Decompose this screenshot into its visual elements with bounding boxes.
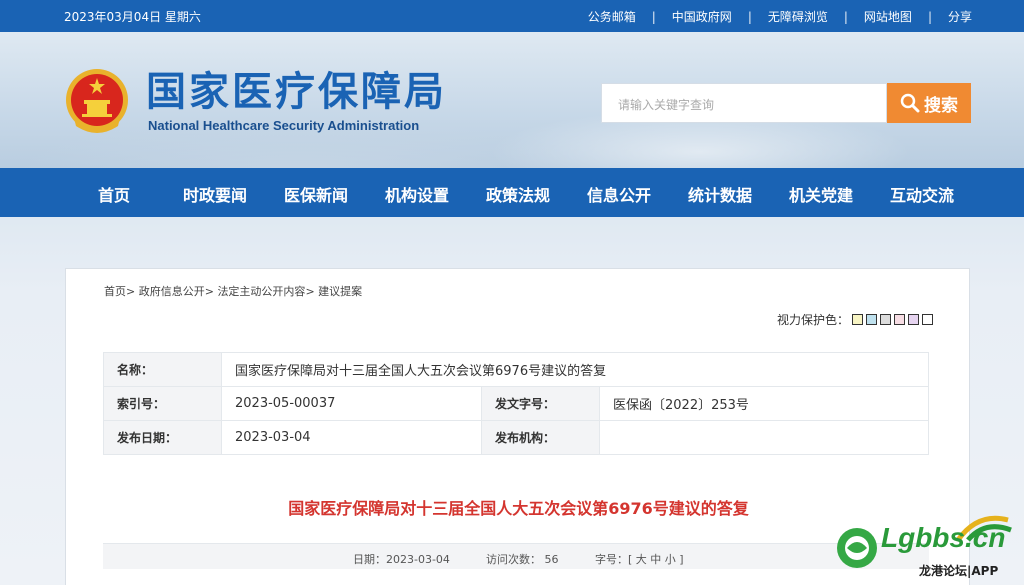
- breadcrumb-statutory[interactable]: 法定主动公开内容: [217, 285, 305, 298]
- nav-current-affairs[interactable]: 时政要闻: [183, 182, 247, 206]
- link-accessibility[interactable]: 无障碍浏览: [768, 8, 828, 25]
- breadcrumb-separator: >: [126, 285, 136, 298]
- breadcrumb-gov-info[interactable]: 政府信息公开: [139, 285, 205, 298]
- table-row: 发布日期： 2023-03-04 发布机构：: [103, 420, 929, 455]
- nav-policies[interactable]: 政策法规: [486, 182, 550, 206]
- info-date: 日期：2023-03-04: [353, 553, 450, 566]
- separator: |: [927, 9, 932, 24]
- site-subtitle: National Healthcare Security Administrat…: [148, 118, 420, 133]
- national-emblem-icon[interactable]: [64, 66, 130, 136]
- nav-home[interactable]: 首页: [98, 182, 130, 206]
- color-swatch-purple[interactable]: [908, 314, 919, 325]
- top-links: 公务邮箱 | 中国政府网 | 无障碍浏览 | 网站地图 | 分享: [588, 8, 972, 25]
- document-info-bar: 日期：2023-03-04 访问次数： 56 字号：[ 大 中 小 ]: [103, 543, 929, 569]
- separator: |: [651, 9, 656, 24]
- breadcrumb-separator: >: [305, 285, 315, 298]
- doc-number-value: 医保函〔2022〕253号: [599, 386, 929, 421]
- link-share[interactable]: 分享: [948, 8, 972, 25]
- eye-protect-label: 视力保护色：: [776, 313, 849, 327]
- nav-organization[interactable]: 机构设置: [385, 182, 449, 206]
- nav-party-building[interactable]: 机关党建: [789, 182, 853, 206]
- table-row: 名称： 国家医疗保障局对十三届全国人大五次会议第6976号建议的答复: [103, 352, 929, 387]
- nav-interaction[interactable]: 互动交流: [890, 182, 954, 206]
- link-gov-portal[interactable]: 中国政府网: [672, 8, 732, 25]
- breadcrumb-proposals[interactable]: 建议提案: [318, 285, 362, 298]
- color-swatch-blue[interactable]: [866, 314, 877, 325]
- color-swatch-pink[interactable]: [894, 314, 905, 325]
- publisher-value: [599, 420, 929, 455]
- site-title[interactable]: 国家医疗保障局: [146, 70, 447, 114]
- watermark-brand: Lgbbs.cn: [881, 522, 1006, 553]
- font-size-large[interactable]: 大: [636, 553, 647, 566]
- table-row: 索引号： 2023-05-00037 发文字号： 医保函〔2022〕253号: [103, 386, 929, 421]
- publish-date-value: 2023-03-04: [221, 420, 482, 455]
- breadcrumb-home[interactable]: 首页: [104, 285, 126, 298]
- font-size-label: 字号：[: [595, 553, 633, 566]
- watermark-logo-icon: [837, 528, 877, 568]
- index-value: 2023-05-00037: [221, 386, 482, 421]
- top-bar: 2023年03月04日 星期六 公务邮箱 | 中国政府网 | 无障碍浏览 | 网…: [0, 0, 1024, 32]
- nav-statistics[interactable]: 统计数据: [688, 182, 752, 206]
- search-button[interactable]: 搜索: [887, 83, 971, 123]
- link-official-mail[interactable]: 公务邮箱: [588, 8, 636, 25]
- search-button-label: 搜索: [924, 95, 958, 116]
- name-label: 名称：: [103, 352, 222, 387]
- watermark: Lgbbs.cn 龙港论坛|APP: [833, 512, 1023, 584]
- color-swatch-gray[interactable]: [880, 314, 891, 325]
- name-value: 国家医疗保障局对十三届全国人大五次会议第6976号建议的答复: [221, 352, 929, 387]
- nav-healthcare-news[interactable]: 医保新闻: [284, 182, 348, 206]
- nav-info-disclosure[interactable]: 信息公开: [587, 182, 651, 206]
- publisher-label: 发布机构：: [481, 420, 600, 455]
- separator: |: [747, 9, 752, 24]
- separator: |: [843, 9, 848, 24]
- color-swatch-white[interactable]: [922, 314, 933, 325]
- font-size-control: 字号：[ 大 中 小 ]: [595, 551, 684, 567]
- publish-date-label: 发布日期：: [103, 420, 222, 455]
- index-label: 索引号：: [103, 386, 222, 421]
- link-site-map[interactable]: 网站地图: [864, 8, 912, 25]
- font-size-medium[interactable]: 中: [650, 553, 661, 566]
- search-icon: [900, 93, 920, 113]
- eye-protect-colors: 视力保护色：: [777, 311, 933, 328]
- current-date: 2023年03月04日 星期六: [64, 10, 201, 24]
- document-meta-table: 名称： 国家医疗保障局对十三届全国人大五次会议第6976号建议的答复 索引号： …: [103, 352, 929, 455]
- watermark-subtitle: 龙港论坛|APP: [919, 564, 999, 578]
- breadcrumb-separator: >: [204, 285, 214, 298]
- visit-count: 访问次数： 56: [486, 553, 559, 566]
- site-header: 国家医疗保障局 National Healthcare Security Adm…: [0, 32, 1024, 168]
- font-size-end: ]: [679, 553, 684, 566]
- font-size-small[interactable]: 小: [665, 553, 676, 566]
- doc-number-label: 发文字号：: [481, 386, 600, 421]
- main-nav: 首页 时政要闻 医保新闻 机构设置 政策法规 信息公开 统计数据 机关党建 互动…: [0, 168, 1024, 217]
- search-input[interactable]: 请输入关键字查询: [601, 83, 887, 123]
- color-swatch-yellow[interactable]: [852, 314, 863, 325]
- breadcrumb: 首页> 政府信息公开> 法定主动公开内容> 建议提案: [104, 283, 362, 299]
